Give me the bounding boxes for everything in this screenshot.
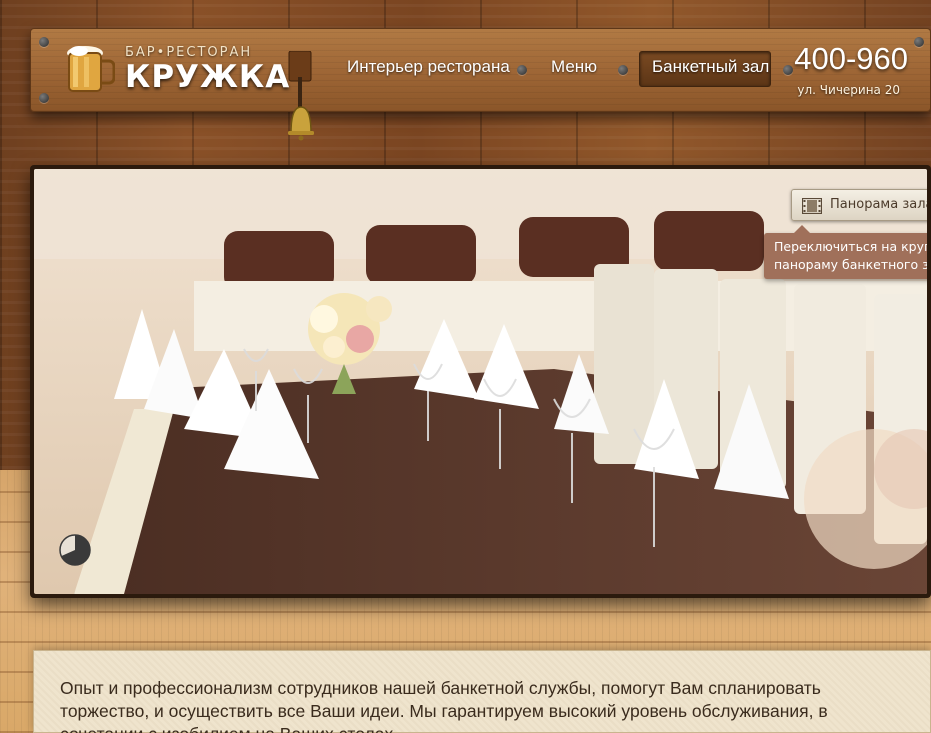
tooltip-line-1: Переключиться на кругов (774, 239, 927, 254)
banquet-photo-frame: Панорама зала Переключиться на кругов па… (30, 165, 931, 598)
phone-number: 400-960 (794, 41, 908, 76)
bolt-icon (39, 37, 49, 47)
site-header: БАР•РЕСТОРАН КРУЖКА Интерьер ресторана М… (30, 28, 931, 141)
nav-link-banquet-hall-label[interactable]: Банкетный зал (652, 57, 769, 77)
panorama-button[interactable]: Панорама зала (791, 189, 927, 221)
nav-link-menu[interactable]: Меню (551, 57, 597, 77)
tooltip-line-2: панораму банкетного зал (774, 257, 927, 272)
logo-subtitle: БАР•РЕСТОРАН (125, 45, 253, 60)
logo-title: КРУЖКА (125, 59, 291, 95)
bolt-icon (39, 93, 49, 103)
intro-panel: Опыт и профессионализм сотрудников нашей… (33, 650, 931, 733)
beer-mug-icon (67, 46, 115, 92)
nav-link-interior[interactable]: Интерьер ресторана (347, 57, 510, 77)
film-icon (802, 198, 822, 214)
pie-timer-icon[interactable] (58, 533, 92, 567)
address: ул. Чичерина 20 (797, 83, 900, 97)
banquet-hall-photo: Панорама зала Переключиться на кругов па… (34, 169, 927, 594)
bolt-icon (914, 37, 924, 47)
intro-text: Опыт и профессионализм сотрудников нашей… (60, 678, 828, 733)
panorama-button-label: Панорама зала (830, 197, 927, 212)
bolt-icon (618, 65, 628, 75)
bolt-icon (783, 65, 793, 75)
panorama-tooltip: Переключиться на кругов панораму банкетн… (764, 225, 927, 279)
bell-icon[interactable] (283, 51, 319, 141)
bolt-icon (517, 65, 527, 75)
